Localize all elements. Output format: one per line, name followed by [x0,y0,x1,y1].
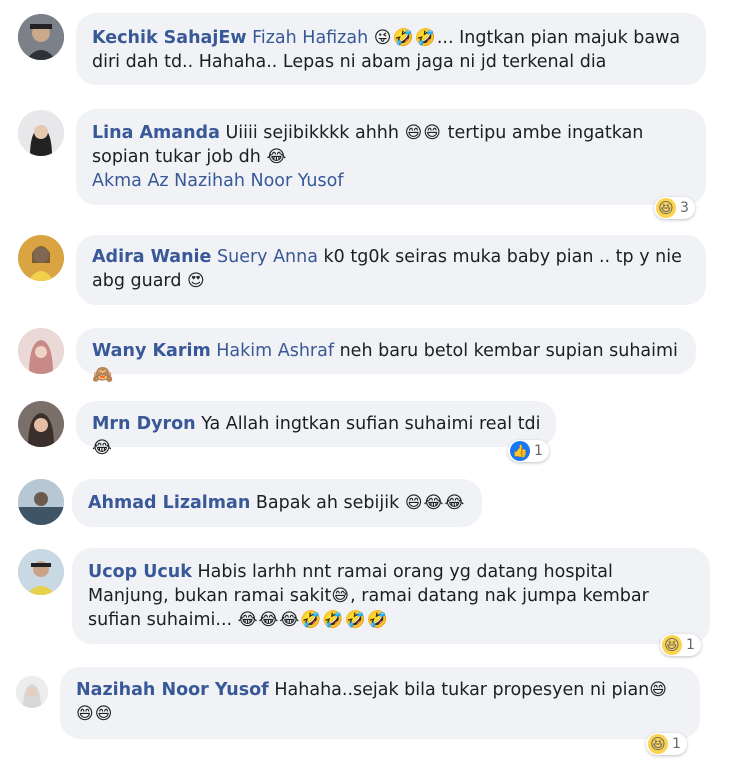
comment-author[interactable]: Ahmad Lizalman [88,493,250,513]
emoji: 😄😂😂 [404,493,466,513]
comment-bubble: Mrn Dyron Ya Allah ingtkan sufian suhaim… [76,401,556,458]
emoji: 😍 [187,271,206,291]
avatar[interactable] [16,676,48,708]
emoji: 😂 [266,147,288,167]
haha-icon: 😆 [648,734,668,754]
avatar[interactable] [18,14,64,60]
comment-text: Ya Allah ingtkan sufian suhaimi real tdi [201,414,541,434]
avatar[interactable] [18,401,64,447]
avatar[interactable] [18,328,64,374]
reaction-count: 1 [534,443,543,459]
emoji: 🙈 [92,365,115,385]
comment-text: Uiiii sejibikkkk ahhh [225,123,399,143]
comment-bubble: Ucop Ucuk Habis larhh nnt ramai orang yg… [72,548,710,644]
mention-link[interactable]: Suery Anna [217,247,318,267]
avatar[interactable] [18,479,64,525]
comment-text: Bapak ah sebijik [255,493,400,513]
comment-bubble: Lina Amanda Uiiii sejibikkkk ahhh 😄😄 ter… [76,109,706,205]
comment-text: neh baru betol kembar supian suhaimi [339,341,678,361]
comment-author[interactable]: Lina Amanda [92,123,220,143]
haha-icon: 😆 [656,198,676,218]
reaction-badge[interactable]: 😆 1 [646,733,687,755]
emoji: 😅 [331,586,351,606]
comment-author[interactable]: Ucop Ucuk [88,562,192,582]
haha-icon: 😆 [662,635,682,655]
comment-text: Hahaha..sejak bila tukar propesyen ni pi… [274,680,650,700]
reaction-count: 1 [686,637,695,653]
avatar[interactable] [18,110,64,156]
emoji: 😜🤣🤣 [373,28,437,48]
comment-author[interactable]: Nazihah Noor Yusof [76,680,269,700]
mention-link[interactable]: Fizah Hafizah [252,28,368,48]
comment-author[interactable]: Adira Wanie [92,247,211,267]
mention-link[interactable]: Hakim Ashraf [216,341,334,361]
avatar[interactable] [18,549,64,595]
tagged-user-link[interactable]: Akma Az Nazihah Noor Yusof [92,169,692,193]
comment-author[interactable]: Wany Karim [92,341,211,361]
comment-bubble: Ahmad Lizalman Bapak ah sebijik 😄😂😂 [72,479,482,527]
comment-bubble: Adira Wanie Suery Anna k0 tg0k seiras mu… [76,235,706,305]
reaction-count: 1 [672,736,681,752]
reaction-badge[interactable]: 👍 1 [508,440,549,462]
comment-author[interactable]: Mrn Dyron [92,414,196,434]
comment-author[interactable]: Kechik SahajEw [92,28,246,48]
comment-bubble: Wany Karim Hakim Ashraf neh baru betol k… [76,328,696,385]
emoji: 😂😂😂🤣🤣🤣🤣 [237,610,389,630]
reaction-badge[interactable]: 😆 1 [660,634,701,656]
emoji: 😂 [92,438,113,458]
emoji: 😄😄 [404,123,443,143]
reaction-badge[interactable]: 😆 3 [654,197,695,219]
comment-bubble: Kechik SahajEw Fizah Hafizah 😜🤣🤣... Ingt… [76,13,706,85]
comment-bubble: Nazihah Noor Yusof Hahaha..sejak bila tu… [60,667,700,739]
like-icon: 👍 [510,441,530,461]
avatar[interactable] [18,235,64,281]
reaction-count: 3 [680,200,689,216]
